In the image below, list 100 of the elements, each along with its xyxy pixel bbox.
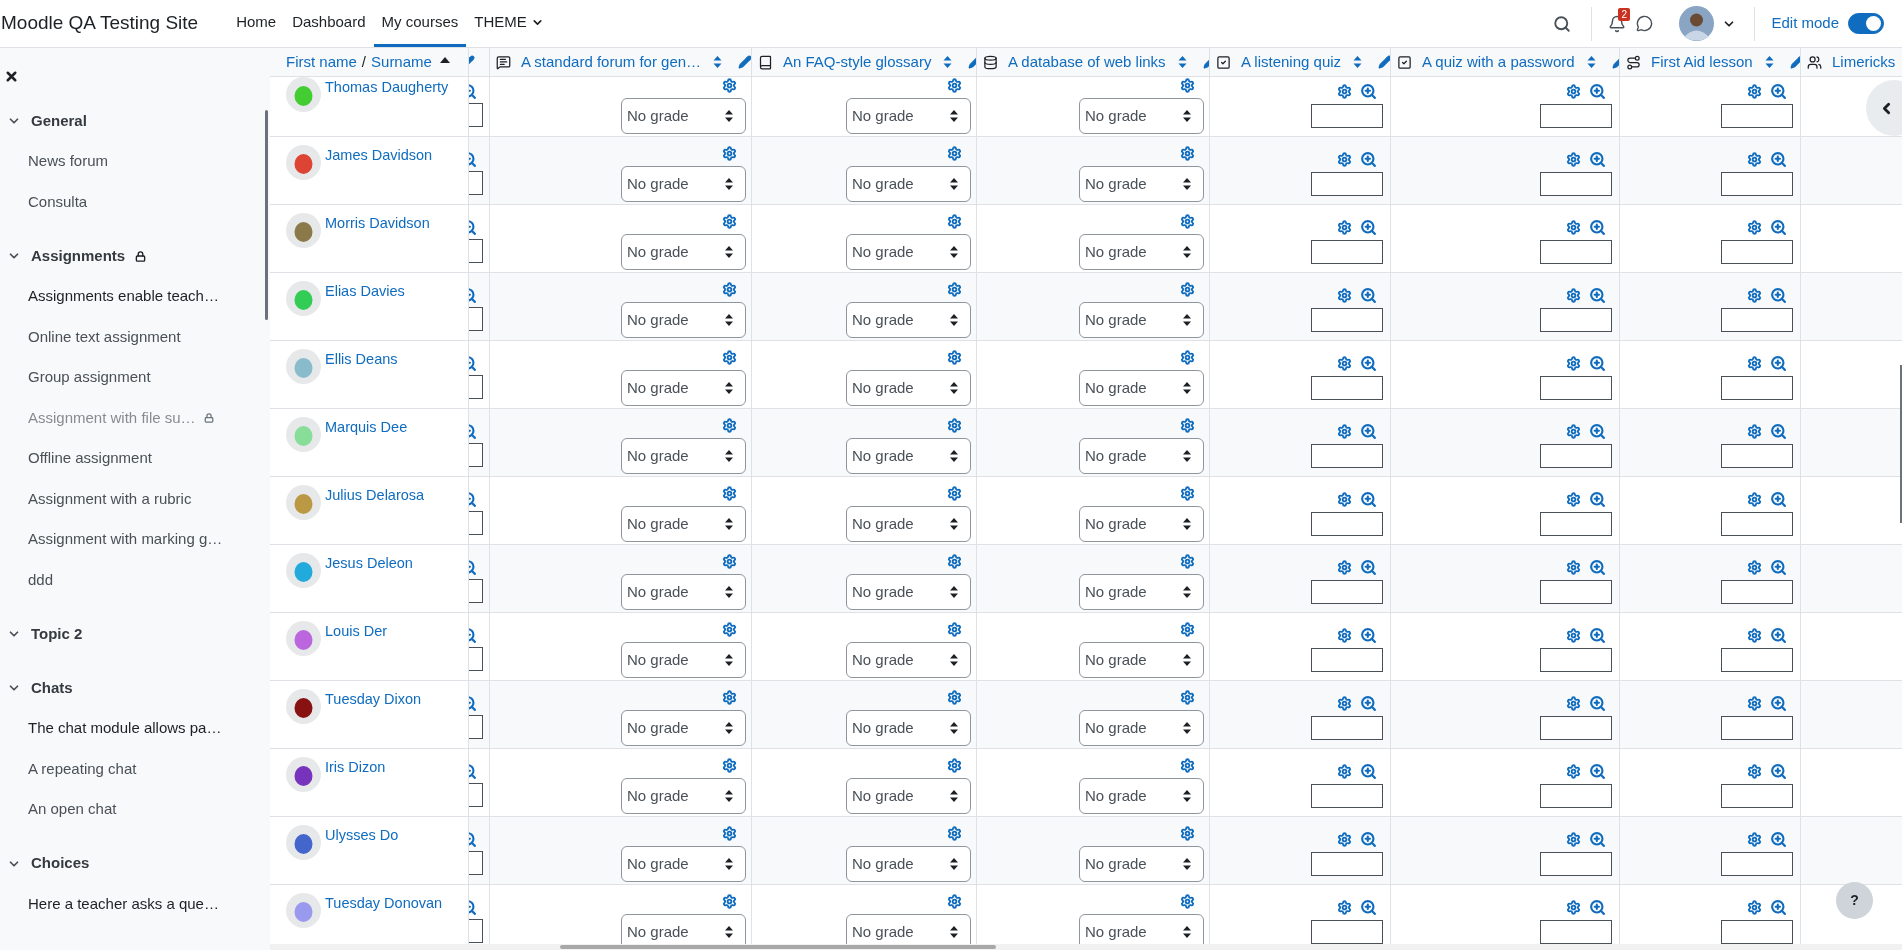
grade-select[interactable]: No grade [621, 98, 746, 134]
pencil-icon[interactable] [1378, 55, 1390, 69]
grade-input[interactable] [1721, 308, 1793, 332]
settings-icon[interactable] [1566, 84, 1581, 99]
grade-select[interactable]: No grade [846, 438, 971, 474]
activity-link[interactable]: Assignment with marking g… [28, 528, 223, 551]
settings-icon[interactable] [1747, 424, 1762, 439]
zoom-icon[interactable] [1360, 627, 1377, 644]
grade-input[interactable] [1721, 920, 1793, 944]
activity-link[interactable]: News forum [28, 150, 109, 173]
zoom-icon[interactable] [1589, 831, 1606, 848]
zoom-icon[interactable] [1589, 355, 1606, 372]
settings-icon[interactable] [1747, 696, 1762, 711]
zoom-icon[interactable] [1770, 491, 1787, 508]
grade-input[interactable] [469, 851, 483, 875]
grade-select[interactable]: No grade [846, 846, 971, 882]
grade-input[interactable] [1721, 444, 1793, 468]
site-name[interactable]: Moodle QA Testing Site [0, 9, 229, 38]
grade-input[interactable] [1540, 308, 1612, 332]
settings-icon[interactable] [722, 690, 737, 705]
zoom-icon[interactable] [1360, 219, 1377, 236]
settings-icon[interactable] [1566, 424, 1581, 439]
settings-icon[interactable] [1566, 832, 1581, 847]
zoom-icon[interactable] [1360, 355, 1377, 372]
section-title[interactable]: Assignments [31, 244, 126, 268]
activity-link[interactable]: Group assignment [28, 366, 151, 389]
grade-select[interactable]: No grade [1079, 574, 1204, 610]
settings-icon[interactable] [722, 214, 737, 229]
settings-icon[interactable] [947, 554, 962, 569]
activity-link[interactable]: ddd [28, 568, 54, 591]
student-name-link[interactable]: James Davidson [325, 145, 433, 167]
student-name-link[interactable]: Tuesday Dixon [325, 689, 422, 711]
column-header-link[interactable]: An FAQ-style glossary [783, 50, 932, 74]
settings-icon[interactable] [1337, 560, 1352, 575]
settings-icon[interactable] [1337, 152, 1352, 167]
settings-icon[interactable] [1180, 894, 1195, 909]
settings-icon[interactable] [1566, 220, 1581, 235]
grade-select[interactable]: No grade [621, 778, 746, 814]
grade-input[interactable] [1311, 512, 1383, 536]
grade-select[interactable]: No grade [621, 438, 746, 474]
settings-icon[interactable] [1747, 84, 1762, 99]
settings-icon[interactable] [1180, 826, 1195, 841]
zoom-icon[interactable] [1360, 151, 1377, 168]
grade-input[interactable] [1540, 172, 1612, 196]
settings-icon[interactable] [947, 690, 962, 705]
zoom-icon[interactable] [1589, 151, 1606, 168]
zoom-icon[interactable] [1770, 899, 1787, 916]
zoom-icon[interactable] [1360, 491, 1377, 508]
grade-select[interactable]: No grade [846, 574, 971, 610]
settings-icon[interactable] [1337, 764, 1352, 779]
column-header-link[interactable]: A quiz with a password [1422, 50, 1575, 74]
zoom-icon[interactable] [1360, 695, 1377, 712]
zoom-icon[interactable] [1770, 355, 1787, 372]
settings-icon[interactable] [1337, 696, 1352, 711]
settings-icon[interactable] [722, 622, 737, 637]
student-name-link[interactable]: Ellis Deans [325, 349, 398, 371]
grade-input[interactable] [1311, 172, 1383, 196]
grade-select[interactable]: No grade [1079, 914, 1204, 944]
grade-input[interactable] [469, 511, 483, 535]
settings-icon[interactable] [1747, 628, 1762, 643]
settings-icon[interactable] [947, 78, 962, 93]
grade-select[interactable]: No grade [621, 914, 746, 944]
settings-icon[interactable] [947, 282, 962, 297]
settings-icon[interactable] [947, 894, 962, 909]
grade-select[interactable]: No grade [846, 302, 971, 338]
settings-icon[interactable] [1566, 356, 1581, 371]
grade-select[interactable]: No grade [1079, 506, 1204, 542]
zoom-icon[interactable] [1770, 763, 1787, 780]
grade-select[interactable]: No grade [1079, 234, 1204, 270]
settings-icon[interactable] [1566, 900, 1581, 915]
grade-select[interactable]: No grade [846, 778, 971, 814]
settings-icon[interactable] [722, 350, 737, 365]
section-title[interactable]: Chats [31, 676, 73, 700]
settings-icon[interactable] [1180, 486, 1195, 501]
student-name-link[interactable]: Thomas Daugherty [325, 77, 449, 99]
student-name-link[interactable]: Jesus Deleon [325, 553, 413, 575]
zoom-icon[interactable] [1589, 83, 1606, 100]
settings-icon[interactable] [1180, 282, 1195, 297]
settings-icon[interactable] [1180, 554, 1195, 569]
grade-input[interactable] [469, 783, 483, 807]
grade-input[interactable] [1721, 716, 1793, 740]
grade-input[interactable] [1721, 580, 1793, 604]
nav-link[interactable]: Dashboard [284, 0, 374, 47]
grade-input[interactable] [1540, 512, 1612, 536]
grade-input[interactable] [1311, 104, 1383, 128]
pencil-icon[interactable] [1789, 55, 1800, 69]
settings-icon[interactable] [1337, 288, 1352, 303]
grade-select[interactable]: No grade [621, 370, 746, 406]
zoom-icon[interactable] [1770, 219, 1787, 236]
activity-link[interactable]: An open chat [28, 798, 117, 821]
settings-icon[interactable] [1566, 696, 1581, 711]
settings-icon[interactable] [1180, 214, 1195, 229]
grade-select[interactable]: No grade [621, 846, 746, 882]
sort-icon[interactable] [943, 55, 953, 69]
settings-icon[interactable] [1747, 492, 1762, 507]
column-header-link[interactable]: A listening quiz [1241, 50, 1342, 74]
grade-select[interactable]: No grade [1079, 166, 1204, 202]
grade-select[interactable]: No grade [1079, 438, 1204, 474]
settings-icon[interactable] [947, 418, 962, 433]
zoom-icon[interactable] [1589, 899, 1606, 916]
